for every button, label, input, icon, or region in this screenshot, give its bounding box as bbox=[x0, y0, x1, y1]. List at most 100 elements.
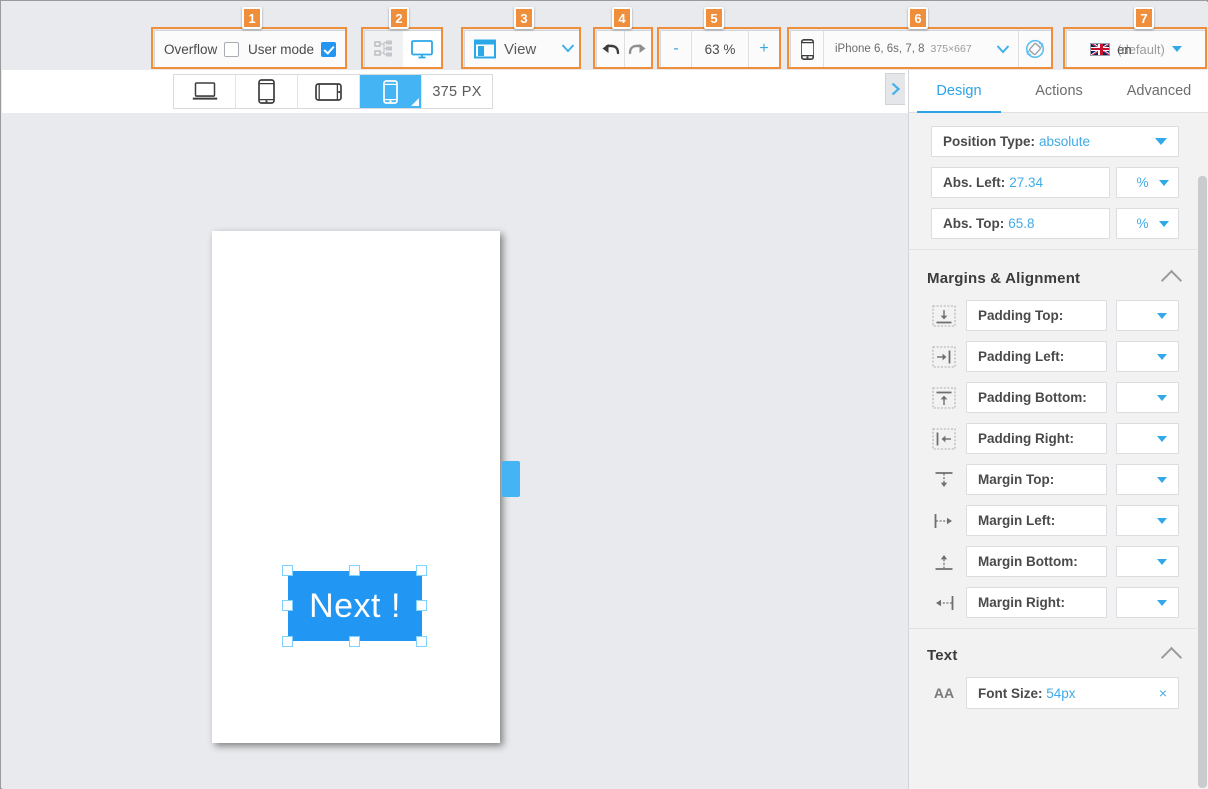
position-section: Position Type: absolute Abs. Left: 27.34… bbox=[909, 112, 1197, 252]
badge-5: 5 bbox=[704, 7, 724, 29]
margin-right-field[interactable]: Margin Right: bbox=[966, 587, 1107, 618]
device-preview-page[interactable]: Next ! bbox=[212, 231, 500, 743]
device-type-button[interactable] bbox=[791, 31, 823, 67]
padding-left-field[interactable]: Padding Left: bbox=[966, 341, 1107, 372]
padding-top-label: Padding Top: bbox=[978, 308, 1064, 323]
language-selector[interactable]: (default) en bbox=[1066, 30, 1206, 68]
abs-top-row: Abs. Top: 65.8 % bbox=[909, 208, 1197, 239]
margins-section: Margins & Alignment Padding Top: Padding… bbox=[909, 252, 1197, 629]
tab-design[interactable]: Design bbox=[909, 70, 1009, 113]
abs-top-field[interactable]: Abs. Top: 65.8 bbox=[931, 208, 1110, 239]
margin-bottom-field[interactable]: Margin Bottom: bbox=[966, 546, 1107, 577]
abs-left-unit-value: % bbox=[1136, 175, 1149, 190]
tree-view-button[interactable] bbox=[365, 31, 403, 67]
chevron-up-icon[interactable] bbox=[1160, 646, 1183, 669]
monitor-view-button[interactable] bbox=[403, 31, 441, 67]
margin-left-unit-dropdown[interactable] bbox=[1116, 505, 1179, 536]
padding-bottom-label: Padding Bottom: bbox=[978, 390, 1087, 405]
resize-handle-e[interactable] bbox=[416, 600, 427, 611]
rotate-device-button[interactable] bbox=[1019, 31, 1051, 67]
breakpoint-width-label[interactable]: 375 PX bbox=[422, 75, 492, 108]
margin-bottom-unit-dropdown[interactable] bbox=[1116, 546, 1179, 577]
canvas-side-handle[interactable] bbox=[502, 461, 520, 497]
chevron-down-icon bbox=[1157, 435, 1167, 442]
margin-bottom-icon bbox=[931, 550, 957, 574]
zoom-in-button[interactable]: + bbox=[749, 31, 779, 67]
panel-scrollbar[interactable] bbox=[1198, 176, 1207, 788]
selected-element[interactable]: Next ! bbox=[282, 565, 427, 647]
panel-tabs: Design Actions Advanced bbox=[909, 70, 1208, 113]
resize-handle-nw[interactable] bbox=[282, 565, 293, 576]
editor-mode-group bbox=[364, 30, 442, 68]
text-section: Text AA Font Size: 54px × bbox=[909, 629, 1197, 709]
breakpoint-group: 375 PX bbox=[173, 74, 493, 109]
font-size-icon: AA bbox=[933, 685, 955, 701]
padding-left-unit-dropdown[interactable] bbox=[1116, 341, 1179, 372]
abs-left-unit-dropdown[interactable]: % bbox=[1116, 167, 1179, 198]
canvas-area[interactable]: Next ! bbox=[2, 113, 908, 789]
text-section-header[interactable]: Text bbox=[909, 629, 1197, 677]
redo-button[interactable] bbox=[625, 31, 652, 67]
abs-top-unit-dropdown[interactable]: % bbox=[1116, 208, 1179, 239]
padding-right-field[interactable]: Padding Right: bbox=[966, 423, 1107, 454]
margin-top-unit-dropdown[interactable] bbox=[1116, 464, 1179, 495]
resize-handle-sw[interactable] bbox=[282, 636, 293, 647]
margin-left-field[interactable]: Margin Left: bbox=[966, 505, 1107, 536]
device-dropdown-toggle[interactable] bbox=[988, 31, 1018, 67]
device-name-dropdown[interactable]: iPhone 6, 6s, 7, 8 375×667 bbox=[824, 31, 988, 67]
resize-handle-n[interactable] bbox=[349, 565, 360, 576]
margins-section-header[interactable]: Margins & Alignment bbox=[909, 252, 1197, 300]
resize-handle-s[interactable] bbox=[349, 636, 360, 647]
padding-left-icon bbox=[931, 345, 957, 369]
resize-handle-w[interactable] bbox=[282, 600, 293, 611]
margin-top-icon bbox=[931, 468, 957, 492]
padding-bottom-row: Padding Bottom: bbox=[909, 382, 1197, 413]
app-window: Overflow User mode View - 63 % + iPhone … bbox=[0, 0, 1208, 789]
chevron-down-icon bbox=[996, 45, 1010, 54]
device-selector-group: iPhone 6, 6s, 7, 8 375×667 bbox=[790, 30, 1052, 68]
tab-advanced[interactable]: Advanced bbox=[1109, 70, 1208, 112]
tree-view-icon bbox=[374, 40, 392, 57]
panel-collapse-toggle[interactable] bbox=[885, 73, 905, 105]
margin-right-unit-dropdown[interactable] bbox=[1116, 587, 1179, 618]
margin-left-icon bbox=[931, 509, 957, 533]
resize-handle-se[interactable] bbox=[416, 636, 427, 647]
uk-flag-icon bbox=[1090, 42, 1111, 56]
breakpoint-tablet-portrait[interactable] bbox=[236, 75, 298, 108]
tablet-portrait-icon bbox=[258, 79, 275, 104]
zoom-level-value[interactable]: 63 % bbox=[692, 31, 748, 67]
position-type-dropdown[interactable]: Position Type: absolute bbox=[931, 126, 1179, 157]
padding-top-unit-dropdown[interactable] bbox=[1116, 300, 1179, 331]
selected-element-text: Next ! bbox=[309, 587, 401, 625]
zoom-out-button[interactable]: - bbox=[661, 31, 691, 67]
padding-bottom-field[interactable]: Padding Bottom: bbox=[966, 382, 1107, 413]
chevron-down-icon bbox=[1159, 179, 1169, 186]
breakpoint-tablet-landscape[interactable] bbox=[298, 75, 360, 108]
user-mode-toggle[interactable]: User mode bbox=[248, 41, 336, 57]
chevron-down-icon bbox=[1171, 46, 1182, 52]
breakpoint-phone-portrait[interactable] bbox=[360, 75, 422, 108]
clear-font-size-icon[interactable]: × bbox=[1159, 685, 1167, 701]
resize-handle-ne[interactable] bbox=[416, 565, 427, 576]
font-size-field[interactable]: Font Size: 54px × bbox=[966, 677, 1179, 709]
margins-section-title: Margins & Alignment bbox=[927, 269, 1081, 287]
view-dropdown[interactable]: View bbox=[464, 30, 580, 68]
overflow-checkbox[interactable] bbox=[224, 41, 240, 57]
padding-top-field[interactable]: Padding Top: bbox=[966, 300, 1107, 331]
padding-top-icon bbox=[931, 304, 957, 328]
margin-right-label: Margin Right: bbox=[978, 595, 1065, 610]
user-mode-checkbox[interactable] bbox=[321, 41, 336, 57]
chevron-down-icon bbox=[1157, 599, 1167, 606]
tab-actions[interactable]: Actions bbox=[1009, 70, 1109, 112]
padding-bottom-unit-dropdown[interactable] bbox=[1116, 382, 1179, 413]
undo-button[interactable] bbox=[597, 31, 624, 67]
abs-left-field[interactable]: Abs. Left: 27.34 bbox=[931, 167, 1110, 198]
padding-top-row: Padding Top: bbox=[909, 300, 1197, 331]
breakpoint-laptop[interactable] bbox=[174, 75, 236, 108]
padding-right-unit-dropdown[interactable] bbox=[1116, 423, 1179, 454]
margin-top-field[interactable]: Margin Top: bbox=[966, 464, 1107, 495]
position-type-value: absolute bbox=[1039, 134, 1091, 149]
text-section-title: Text bbox=[927, 646, 958, 664]
overflow-toggle[interactable]: Overflow bbox=[164, 41, 240, 57]
chevron-up-icon[interactable] bbox=[1160, 269, 1183, 292]
